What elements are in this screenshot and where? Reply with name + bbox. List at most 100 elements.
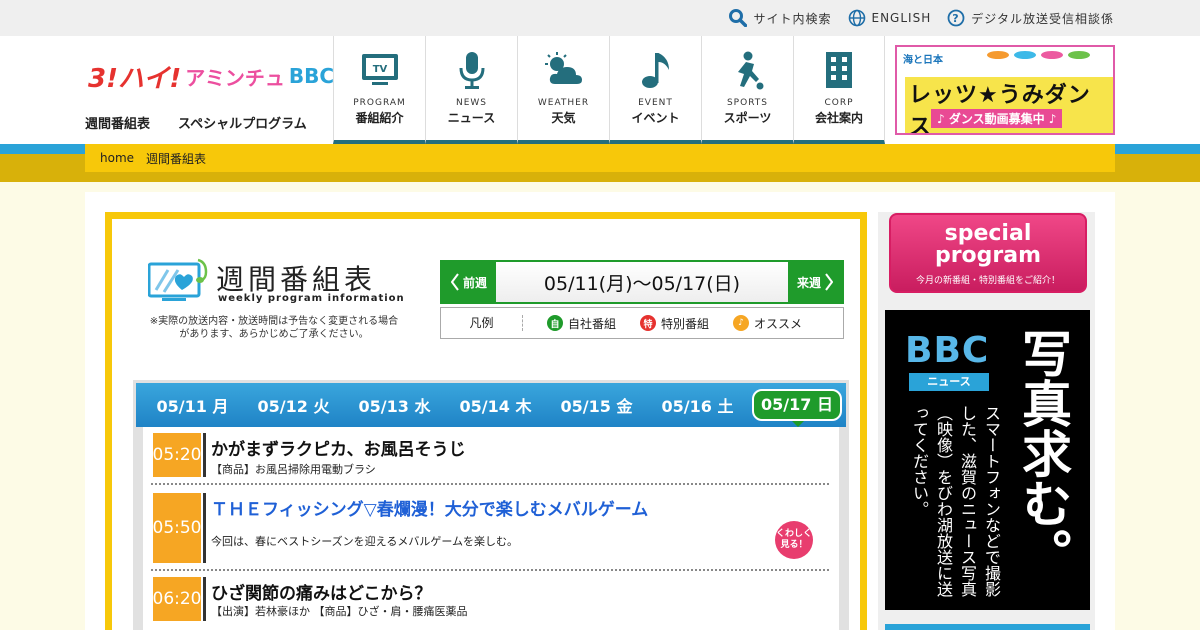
- sub-nav: 週間番組表 スペシャルプログラム: [85, 113, 307, 132]
- special-program-banner[interactable]: special program 今月の新番組・特別番組をご紹介！: [889, 213, 1087, 293]
- legend-item-special: 特 特別番組: [640, 315, 709, 332]
- news-photo-banner[interactable]: BBC ニュース 写真求む。 スマートフォンなどで撮影した、滋賀のニュース写真（…: [885, 310, 1090, 610]
- english-link[interactable]: ENGLISH: [848, 9, 932, 27]
- nav-event-en: EVENT: [638, 98, 673, 108]
- site-logo[interactable]: 3!ハイ! アミンチュ BBC: [88, 56, 334, 96]
- subnav-special[interactable]: スペシャルプログラム: [178, 113, 307, 132]
- chevron-right-icon: [825, 273, 833, 291]
- legend-label: 凡例: [441, 315, 523, 331]
- own-program-icon: 自: [547, 315, 563, 331]
- program-title[interactable]: かがまずラクピカ、お風呂そうじ: [211, 435, 466, 460]
- utility-bar: サイト内検索 ENGLISH ? デジタル放送受信相談係: [0, 0, 1200, 36]
- logo-part-3: BBC: [288, 64, 335, 88]
- nav-event-jp: イベント: [631, 111, 680, 125]
- bbc-news-logo: BBC: [905, 330, 990, 371]
- details-button[interactable]: くわしく見る！: [775, 521, 813, 559]
- legend-recommend-text: オススメ: [754, 316, 803, 331]
- tab-day-0512[interactable]: 05/12 火: [243, 393, 344, 417]
- nav-sports-en: SPORTS: [726, 98, 769, 108]
- global-nav: TV PROGRAM 番組紹介 NEWS ニュース WEATHER 天気 EVE…: [333, 36, 885, 144]
- breadcrumb: home 週間番組表: [85, 144, 1115, 172]
- week-range: 05/11(月)～05/17(日): [496, 262, 788, 302]
- program-desc: 今回は、春にベストシーズンを迎えるメバルゲームを楽しむ。: [211, 535, 519, 548]
- digital-consult-link[interactable]: ? デジタル放送受信相談係: [947, 9, 1114, 27]
- legend-item-own: 自 自社番組: [547, 315, 616, 332]
- program-list: 05:20 かがまずラクピカ、お風呂そうじ 【商品】お風呂掃除用電動ブラシ 05…: [143, 427, 839, 630]
- microphone-icon: [459, 52, 484, 89]
- fish-decoration: [987, 51, 1090, 59]
- sports-icon: [737, 51, 763, 90]
- tab-day-0514[interactable]: 05/14 木: [445, 393, 546, 417]
- page-title-en: weekly program information: [218, 293, 405, 304]
- prev-week-button[interactable]: 前週: [442, 262, 496, 302]
- schedule-table: 05/11 月 05/12 火 05/13 水 05/14 木 05/15 金 …: [133, 380, 849, 630]
- subnav-weekly[interactable]: 週間番組表: [85, 113, 150, 132]
- svg-text:TV: TV: [372, 64, 387, 75]
- breadcrumb-home[interactable]: home: [100, 151, 134, 165]
- digital-consult-label: デジタル放送受信相談係: [971, 11, 1114, 26]
- nav-weather-jp: 天気: [551, 111, 576, 125]
- page-title: 週間番組表: [216, 263, 377, 296]
- music-note-icon: [641, 53, 669, 88]
- nav-weather[interactable]: WEATHER 天気: [517, 36, 609, 144]
- english-label: ENGLISH: [871, 11, 932, 25]
- program-divider: [203, 577, 206, 621]
- tab-day-0517[interactable]: 05/17 日: [752, 389, 842, 427]
- program-time: 05:50: [153, 493, 202, 563]
- chevron-left-icon: [450, 273, 459, 291]
- svg-text:?: ?: [953, 12, 960, 25]
- next-week-button[interactable]: 来週: [788, 262, 842, 302]
- dance-banner-top: 海と日本: [903, 55, 943, 66]
- program-row[interactable]: 05:50 ＴＨＥフィッシング▽春爛漫！大分で楽しむメバルゲーム 今回は、春にベ…: [151, 493, 829, 571]
- search-icon: [729, 9, 748, 27]
- week-navigator: 前週 05/11(月)～05/17(日) 来週: [440, 260, 844, 304]
- nav-program[interactable]: TV PROGRAM 番組紹介: [333, 36, 425, 144]
- site-header: 3!ハイ! アミンチュ BBC 週間番組表 スペシャルプログラム TV PROG…: [0, 36, 1200, 144]
- weather-icon: [544, 52, 582, 84]
- tab-day-0513[interactable]: 05/13 水: [344, 393, 445, 417]
- nav-corp-en: CORP: [824, 98, 854, 108]
- next-week-label: 来週: [796, 275, 821, 290]
- program-row[interactable]: 06:20 ひざ関節の痛みはどこから？ 【出演】若林豪ほか 【商品】ひざ・肩・腰…: [151, 575, 829, 630]
- nav-news[interactable]: NEWS ニュース: [425, 36, 517, 144]
- program-divider: [203, 493, 206, 563]
- program-row[interactable]: 05:20 かがまずラクピカ、お風呂そうじ 【商品】お風呂掃除用電動ブラシ: [151, 433, 829, 485]
- nav-event[interactable]: EVENT イベント: [609, 36, 701, 144]
- nav-news-en: NEWS: [455, 98, 488, 108]
- program-time: 05:20: [153, 433, 202, 477]
- logo-part-2: アミンチュ: [185, 65, 285, 90]
- day-tabs: 05/11 月 05/12 火 05/13 水 05/14 木 05/15 金 …: [136, 383, 846, 427]
- news-banner-text: スマートフォンなどで撮影した、滋賀のニュース写真（映像）をびわ湖放送に送ってくだ…: [910, 405, 1001, 597]
- legend: 凡例 自 自社番組 特 特別番組 ♪ オススメ: [440, 307, 844, 339]
- special-program-icon: 特: [640, 315, 657, 331]
- prev-week-label: 前週: [462, 275, 487, 290]
- legend-item-recommend: ♪ オススメ: [733, 315, 802, 332]
- nav-sports[interactable]: SPORTS スポーツ: [701, 36, 793, 144]
- nav-corp[interactable]: CORP 会社案内: [793, 36, 885, 144]
- nav-sports-jp: スポーツ: [723, 111, 772, 125]
- nav-corp-jp: 会社案内: [814, 111, 863, 125]
- sidebar-next-banner[interactable]: [885, 624, 1090, 630]
- tab-day-0511[interactable]: 05/11 月: [142, 393, 243, 417]
- dance-banner[interactable]: 海と日本 レッツ★うみダンス ♪ ダンス動画募集中 ♪: [895, 45, 1115, 135]
- tab-day-0515[interactable]: 05/15 金: [546, 393, 647, 417]
- recommend-icon: ♪: [733, 315, 750, 331]
- building-icon: [826, 52, 852, 88]
- globe-icon: [848, 9, 865, 27]
- program-title[interactable]: ひざ関節の痛みはどこから？: [211, 579, 432, 604]
- program-time: 06:20: [153, 577, 202, 621]
- site-search-link[interactable]: サイト内検索: [729, 9, 831, 27]
- program-desc: 【商品】お風呂掃除用電動ブラシ: [211, 463, 376, 476]
- nav-program-en: PROGRAM: [353, 98, 406, 108]
- question-icon: ?: [947, 9, 965, 27]
- breadcrumb-current: 週間番組表: [146, 151, 207, 166]
- special-banner-sub: 今月の新番組・特別番組をご紹介！: [915, 276, 1060, 286]
- news-banner-headline: 写真求む。: [1014, 328, 1072, 578]
- logo-part-1: 3!ハイ!: [88, 63, 182, 94]
- special-banner-title: special program: [934, 221, 1042, 268]
- schedule-note: ※実際の放送内容・放送時間は予告なく変更される場合があります、あらかじめご了承く…: [149, 316, 399, 340]
- program-title[interactable]: ＴＨＥフィッシング▽春爛漫！大分で楽しむメバルゲーム: [211, 495, 648, 520]
- tab-day-0516[interactable]: 05/16 土: [647, 393, 748, 417]
- program-divider: [203, 433, 206, 477]
- dance-banner-sub: ♪ ダンス動画募集中 ♪: [931, 109, 1063, 128]
